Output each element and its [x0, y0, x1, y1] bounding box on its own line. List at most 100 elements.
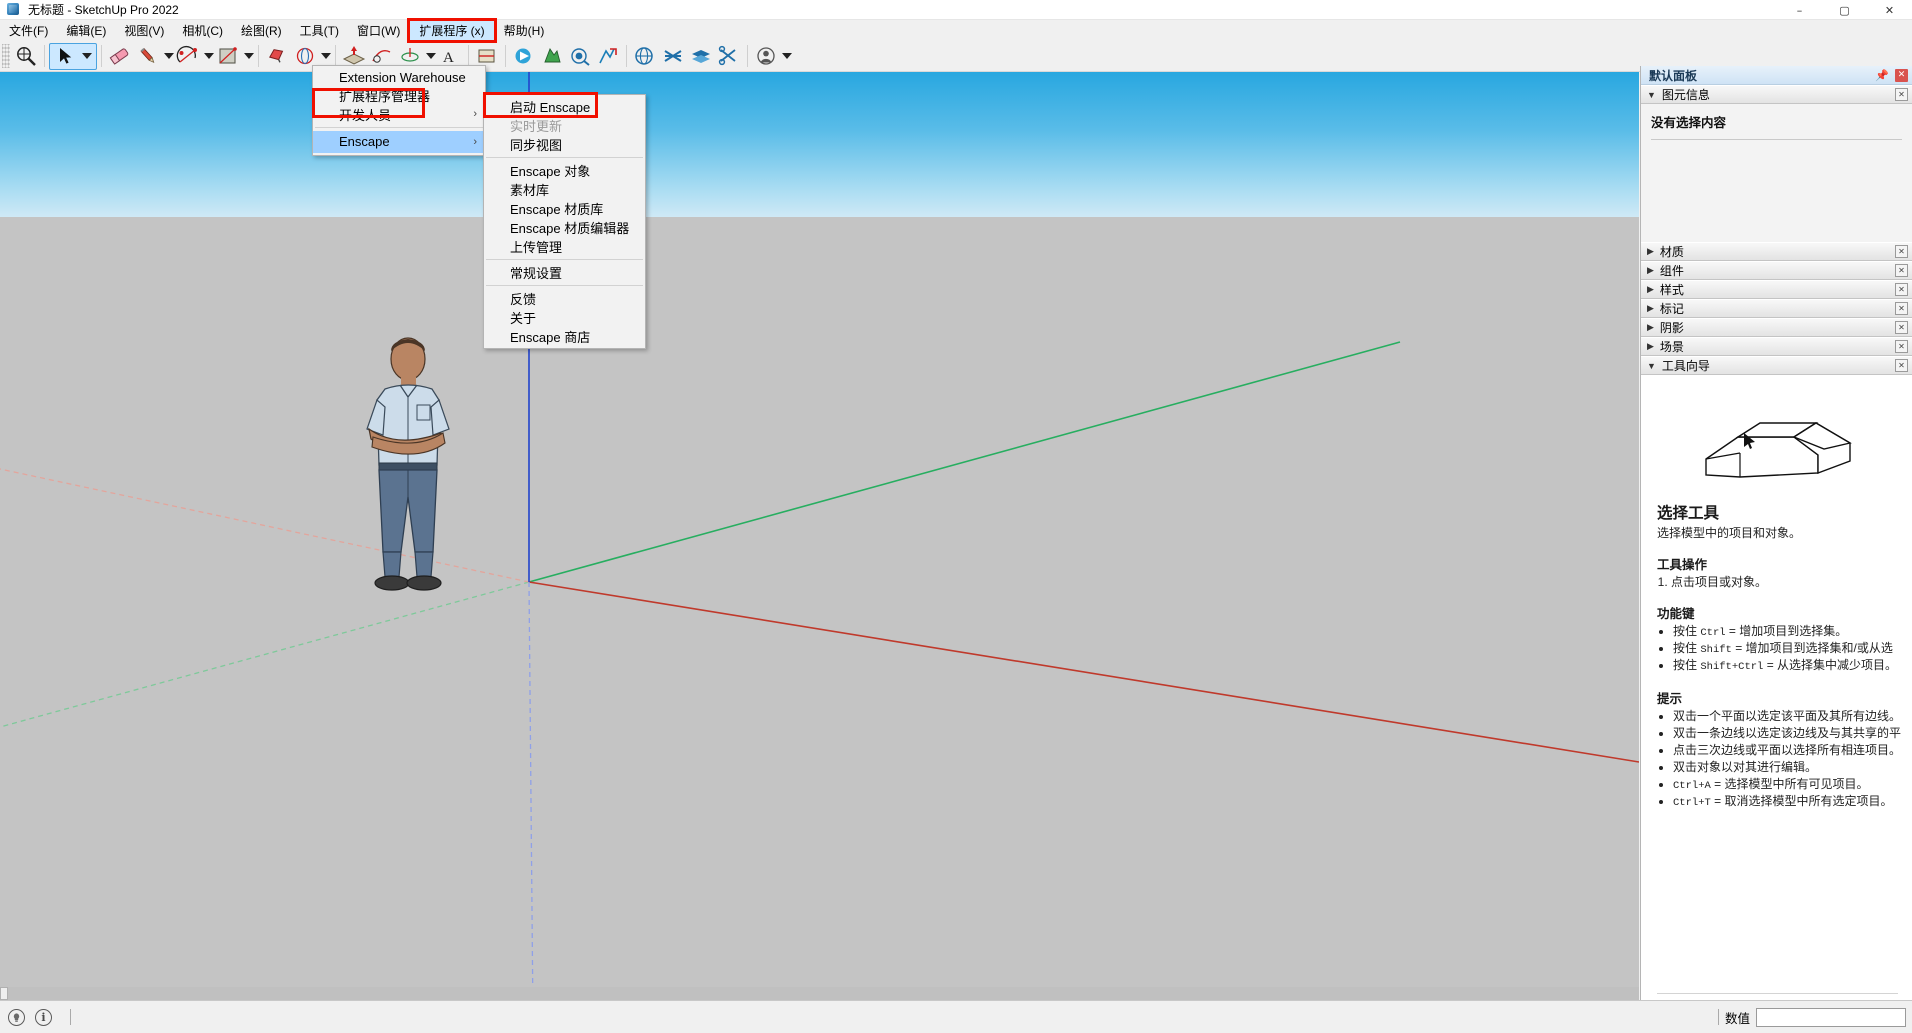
- arc-icon[interactable]: [174, 43, 202, 70]
- panel-section-entity-info[interactable]: ▼ 图元信息 ✕: [1641, 85, 1912, 104]
- house-model-icon: [1657, 385, 1898, 495]
- instructor-title: 选择工具: [1657, 501, 1898, 523]
- menu-tools[interactable]: 工具(T): [291, 20, 348, 41]
- section-close-icon[interactable]: ✕: [1895, 359, 1908, 372]
- menu-help[interactable]: 帮助(H): [495, 20, 554, 41]
- menu-camera[interactable]: 相机(C): [173, 20, 232, 41]
- arc-dropdown-caret[interactable]: [204, 53, 214, 59]
- rectangle-dropdown-caret[interactable]: [244, 53, 254, 59]
- chevron-right-icon: ▶: [1647, 322, 1654, 333]
- pin-icon[interactable]: 📌: [1875, 69, 1889, 82]
- trimble-connect-icon[interactable]: [659, 43, 687, 70]
- model-viewport[interactable]: [0, 72, 1639, 1020]
- menu-file[interactable]: 文件(F): [0, 20, 57, 41]
- arc-tool-group[interactable]: [174, 43, 214, 70]
- enscape-asset-icon[interactable]: [538, 43, 566, 70]
- submenu-enscape-objects[interactable]: Enscape 对象: [484, 161, 645, 180]
- modifier-prefix: 按住: [1673, 658, 1700, 672]
- submenu-feedback[interactable]: 反馈: [484, 289, 645, 308]
- menu-extension-warehouse[interactable]: Extension Warehouse: [313, 68, 485, 87]
- panel-section-instructor[interactable]: ▼ 工具向导 ✕: [1641, 356, 1912, 375]
- list-item: 按住 Ctrl = 增加项目到选择集。: [1673, 624, 1898, 641]
- submenu-material-library[interactable]: Enscape 材质库: [484, 199, 645, 218]
- horizontal-scrollbar[interactable]: [0, 987, 1639, 1000]
- instructor-operation-heading: 工具操作: [1657, 554, 1898, 573]
- menu-window[interactable]: 窗口(W): [348, 20, 409, 41]
- warehouse-icon[interactable]: [631, 43, 659, 70]
- panel-section-materials[interactable]: ▶ 材质 ✕: [1641, 242, 1912, 261]
- close-icon[interactable]: ✕: [1895, 69, 1908, 82]
- submenu-material-editor[interactable]: Enscape 材质编辑器: [484, 218, 645, 237]
- enscape-settings-icon[interactable]: [594, 43, 622, 70]
- instructor-subtitle: 选择模型中的项目和对象。: [1657, 524, 1898, 541]
- menu-extensions[interactable]: 扩展程序 (x): [409, 20, 494, 41]
- rectangle-icon[interactable]: [214, 43, 242, 70]
- menu-enscape[interactable]: Enscape ›: [313, 131, 485, 153]
- section-close-icon[interactable]: ✕: [1895, 88, 1908, 101]
- list-item: Ctrl+T = 取消选择模型中所有选定项目。: [1673, 794, 1898, 811]
- enscape-start-icon[interactable]: [510, 43, 538, 70]
- menu-bar: 文件(F) 编辑(E) 视图(V) 相机(C) 绘图(R) 工具(T) 窗口(W…: [0, 20, 1912, 41]
- maximize-button[interactable]: ▢: [1822, 0, 1867, 20]
- submenu-asset-library[interactable]: 素材库: [484, 180, 645, 199]
- tip-text: = 选择模型中所有可见项目。: [1711, 777, 1869, 791]
- menu-draw[interactable]: 绘图(R): [232, 20, 291, 41]
- menu-extension-manager[interactable]: 扩展程序管理器: [313, 87, 485, 106]
- submenu-live-update: 实时更新: [484, 116, 645, 135]
- panel-section-components[interactable]: ▶ 组件 ✕: [1641, 261, 1912, 280]
- section-close-icon[interactable]: ✕: [1895, 283, 1908, 296]
- orbit-dropdown-caret[interactable]: [321, 53, 331, 59]
- select-dropdown-caret[interactable]: [82, 53, 92, 59]
- lightbulb-icon[interactable]: [8, 1009, 25, 1026]
- default-tray-panel: 默认面板 📌 ✕ ▼ 图元信息 ✕ 没有选择内容 ▶ 材质 ✕ ▶ 组件 ✕ ▶…: [1640, 66, 1912, 1000]
- panel-section-shadows[interactable]: ▶ 阴影 ✕: [1641, 318, 1912, 337]
- minimize-button[interactable]: –: [1777, 0, 1822, 20]
- panel-section-styles[interactable]: ▶ 样式 ✕: [1641, 280, 1912, 299]
- submenu-about[interactable]: 关于: [484, 308, 645, 327]
- panel-section-tags[interactable]: ▶ 标记 ✕: [1641, 299, 1912, 318]
- rectangle-tool-group[interactable]: [214, 43, 254, 70]
- main-toolbar: A: [0, 41, 1912, 72]
- submenu-upload-management[interactable]: 上传管理: [484, 237, 645, 256]
- window-title: 无标题 - SketchUp Pro 2022: [28, 1, 179, 18]
- section-close-icon[interactable]: ✕: [1895, 321, 1908, 334]
- menu-developer[interactable]: 开发人员 ›: [313, 105, 485, 124]
- pencil-icon[interactable]: [134, 43, 162, 70]
- submenu-general-settings[interactable]: 常规设置: [484, 263, 645, 282]
- rotate-dropdown-caret[interactable]: [426, 53, 436, 59]
- zoom-icon[interactable]: [12, 43, 40, 70]
- layers-icon[interactable]: [687, 43, 715, 70]
- account-tool-group[interactable]: [752, 43, 792, 70]
- eraser-icon[interactable]: [106, 43, 134, 70]
- account-icon[interactable]: [752, 43, 780, 70]
- submenu-start-enscape[interactable]: 启动 Enscape: [484, 97, 645, 116]
- pencil-dropdown-caret[interactable]: [164, 53, 174, 59]
- select-icon[interactable]: [52, 43, 80, 70]
- submenu-sync-view[interactable]: 同步视图: [484, 135, 645, 154]
- section-close-icon[interactable]: ✕: [1895, 302, 1908, 315]
- enscape-material-icon[interactable]: [566, 43, 594, 70]
- close-button[interactable]: ✕: [1867, 0, 1912, 20]
- panel-title-label: 默认面板: [1649, 67, 1697, 84]
- menu-view[interactable]: 视图(V): [115, 20, 173, 41]
- menu-separator: [486, 285, 643, 286]
- panel-title-bar[interactable]: 默认面板 📌 ✕: [1641, 66, 1912, 85]
- section-close-icon[interactable]: ✕: [1895, 340, 1908, 353]
- submenu-enscape-store[interactable]: Enscape 商店: [484, 327, 645, 346]
- scissors-icon[interactable]: [715, 43, 743, 70]
- pencil-tool-group[interactable]: [134, 43, 174, 70]
- toolbar-grip[interactable]: [2, 44, 10, 68]
- account-dropdown-caret[interactable]: [782, 53, 792, 59]
- section-close-icon[interactable]: ✕: [1895, 264, 1908, 277]
- paint-bucket-icon[interactable]: [263, 43, 291, 70]
- measurements-input[interactable]: [1756, 1008, 1906, 1027]
- person-scale-figure[interactable]: [355, 337, 480, 602]
- section-close-icon[interactable]: ✕: [1895, 245, 1908, 258]
- menu-edit[interactable]: 编辑(E): [57, 20, 115, 41]
- extensions-dropdown-menu[interactable]: Extension Warehouse 扩展程序管理器 开发人员 › Ensca…: [312, 65, 486, 156]
- info-icon[interactable]: i: [35, 1009, 52, 1026]
- select-tool-group[interactable]: [49, 43, 97, 70]
- panel-section-scenes[interactable]: ▶ 场景 ✕: [1641, 337, 1912, 356]
- enscape-submenu[interactable]: 启动 Enscape 实时更新 同步视图 Enscape 对象 素材库 Ensc…: [483, 94, 646, 349]
- chevron-down-icon: ▼: [1647, 361, 1656, 371]
